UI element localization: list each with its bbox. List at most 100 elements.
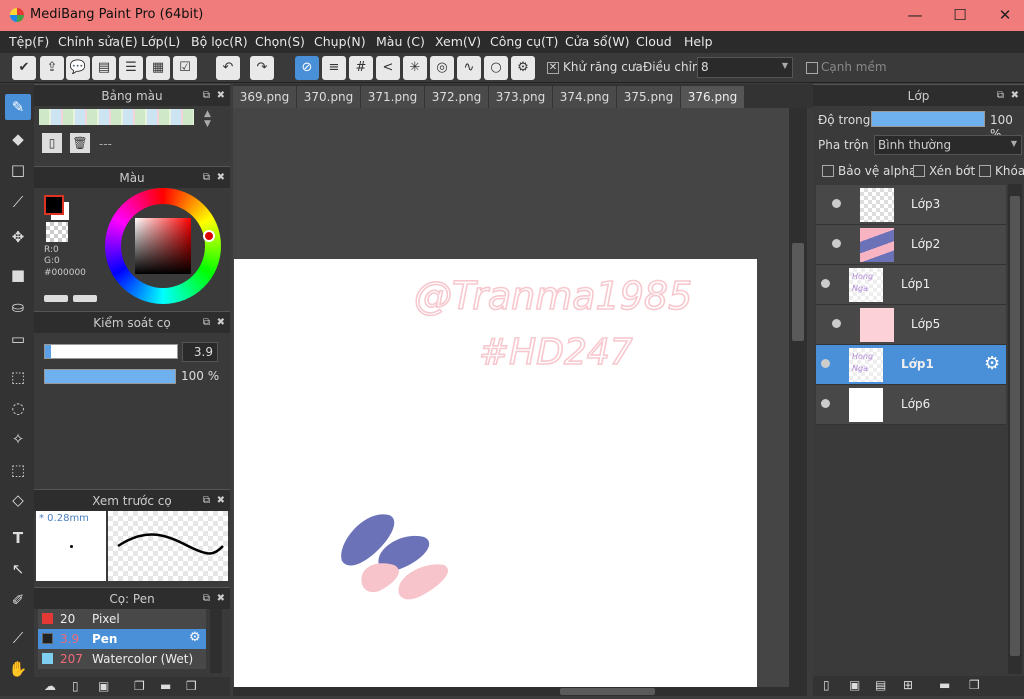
cloud-download-icon[interactable]: ☁ [44,679,56,693]
popout-icon[interactable]: ⧉ [203,85,210,107]
close-icon[interactable]: ✖ [217,167,225,189]
hue-handle[interactable] [203,230,215,242]
tab-373[interactable]: 373.png [489,86,553,108]
concentric-snap-icon[interactable]: ◎ [430,56,454,80]
scroll-thumb[interactable] [792,243,804,341]
operation-tool-icon[interactable]: ↖ [5,556,31,582]
folder-icon[interactable]: ▬ [160,679,171,693]
popout-icon[interactable]: ⧉ [203,490,210,512]
blend-mode-select[interactable]: Bình thường ▼ [874,135,1022,155]
menu-help[interactable]: Help [684,34,713,49]
new-8bit-layer-icon[interactable]: ▣ [849,678,860,692]
protect-alpha-checkbox[interactable] [822,165,834,177]
eyedropper-tool-icon[interactable]: ⟋ [5,625,31,651]
menu-cloud[interactable]: Cloud [636,34,672,49]
select-pen-tool-icon[interactable]: ⬚ [5,457,31,483]
brush-list-scrollbar[interactable] [210,609,222,673]
adjust-select[interactable]: 8 ▼ [697,57,793,78]
menu-tools[interactable]: Công cụ(T) [490,34,558,49]
menu-view[interactable]: Xem(V) [435,34,481,49]
gear-icon[interactable]: ⚙ [189,630,201,645]
lock-checkbox[interactable] [979,165,991,177]
select-eraser-tool-icon[interactable]: ◇ [5,487,31,513]
scroll-thumb[interactable] [560,688,655,695]
eye-icon[interactable] [832,199,841,208]
perspective-snap-icon[interactable]: < [376,56,400,80]
menu-window[interactable]: Cửa sổ(W) [565,34,630,49]
menu-layer[interactable]: Lớp(L) [141,34,180,49]
popout-icon[interactable]: ⧉ [203,588,210,610]
list-icon[interactable]: ▦ [146,56,170,80]
menu-snap[interactable]: Chụp(N) [314,34,366,49]
tab-371[interactable]: 371.png [361,86,425,108]
document-icon[interactable]: ☰ [119,56,143,80]
add-layer-menu-icon[interactable]: ⊞ [903,678,913,692]
brush-item-pen[interactable]: 3.9 Pen ⚙ [38,629,206,649]
menu-edit[interactable]: Chỉnh sửa(E) [58,34,138,49]
menu-file[interactable]: Tệp(F) [9,34,49,49]
brush-size-input[interactable]: 3.9 [182,342,218,362]
layer-row-3[interactable]: Lớp3 [816,185,1006,225]
undo-icon[interactable]: ↶ [216,56,240,80]
scroll-thumb[interactable] [1010,196,1020,656]
menu-select[interactable]: Chọn(S) [255,34,305,49]
text-tool-icon[interactable]: T [5,525,31,551]
soft-edge-checkbox[interactable] [806,62,818,74]
move-tool-icon[interactable]: ✥ [5,224,31,250]
share-icon[interactable]: ⇪ [40,56,64,80]
palette-name-field[interactable]: --- [99,137,112,151]
tab-370[interactable]: 370.png [297,86,361,108]
brush-size-slider[interactable] [44,344,178,359]
canvas-horizontal-scrollbar[interactable] [233,687,789,696]
new-brush-icon[interactable]: ▯ [72,679,79,693]
eraser-tool-icon[interactable]: ◆ [5,126,31,152]
rectangle-tool-icon[interactable]: □ [5,157,31,183]
canvas-vertical-scrollbar[interactable] [789,108,807,696]
transparent-swatch[interactable] [46,222,68,242]
layer-row-2[interactable]: Lớp2 [816,225,1006,265]
popout-icon[interactable]: ⧉ [203,312,210,334]
close-icon[interactable]: ✖ [217,588,225,610]
gradient-tool-icon[interactable]: ▭ [5,326,31,352]
color-mode-button[interactable] [44,295,68,302]
layer-row-5[interactable]: Lớp5 [816,305,1006,345]
checklist-icon[interactable]: ☑ [173,56,197,80]
brush-opacity-slider[interactable] [44,369,176,384]
hand-tool-icon[interactable]: ✋ [5,656,31,682]
maximize-icon[interactable]: ☐ [950,6,970,24]
new-layer-icon[interactable]: ▯ [823,678,830,692]
drawing-canvas[interactable]: @Tranma1985 #HD247 [234,259,757,696]
copy-brush-icon[interactable]: ❐ [134,679,145,693]
layer-opacity-slider[interactable] [871,111,985,127]
folder-icon[interactable]: ▬ [939,678,950,692]
dot-tool-icon[interactable]: ⟋ [5,189,31,215]
parallel-snap-icon[interactable]: ≡ [322,56,346,80]
grid-snap-icon[interactable]: # [349,56,373,80]
close-icon[interactable]: ✖ [217,85,225,107]
foreground-color-swatch[interactable] [44,195,64,215]
fill-rect-tool-icon[interactable]: ■ [5,262,31,288]
tab-375[interactable]: 375.png [617,86,681,108]
comment-icon[interactable]: ▤ [92,56,116,80]
layer-row-1-selected[interactable]: Hong Nga Lớp1 ⚙ [816,345,1006,385]
gear-icon[interactable]: ⚙ [984,353,1000,374]
eye-icon[interactable] [821,399,830,408]
brush-tool-icon[interactable]: ✎ [5,94,31,120]
antialias-checkbox[interactable]: ✕ [547,62,559,74]
select-rect-tool-icon[interactable]: ⬚ [5,364,31,390]
clip-checkbox[interactable] [913,165,925,177]
tab-376[interactable]: 376.png [681,86,745,108]
menu-color[interactable]: Màu (C) [376,34,425,49]
tab-372[interactable]: 372.png [425,86,489,108]
popout-icon[interactable]: ⧉ [203,167,210,189]
eyedropper-button[interactable] [73,295,97,302]
layer-list-scrollbar[interactable] [1008,184,1022,674]
eye-icon[interactable] [821,359,830,368]
snap-settings-icon[interactable]: ⚙ [511,56,535,80]
circle-snap-icon[interactable]: ○ [484,56,508,80]
minimize-icon[interactable]: — [905,6,925,24]
popout-icon[interactable]: ⧉ [997,85,1004,107]
add-brush-icon[interactable]: ▣ [98,679,109,693]
close-icon[interactable]: ✕ [995,6,1015,24]
bucket-tool-icon[interactable]: ⛀ [5,294,31,320]
